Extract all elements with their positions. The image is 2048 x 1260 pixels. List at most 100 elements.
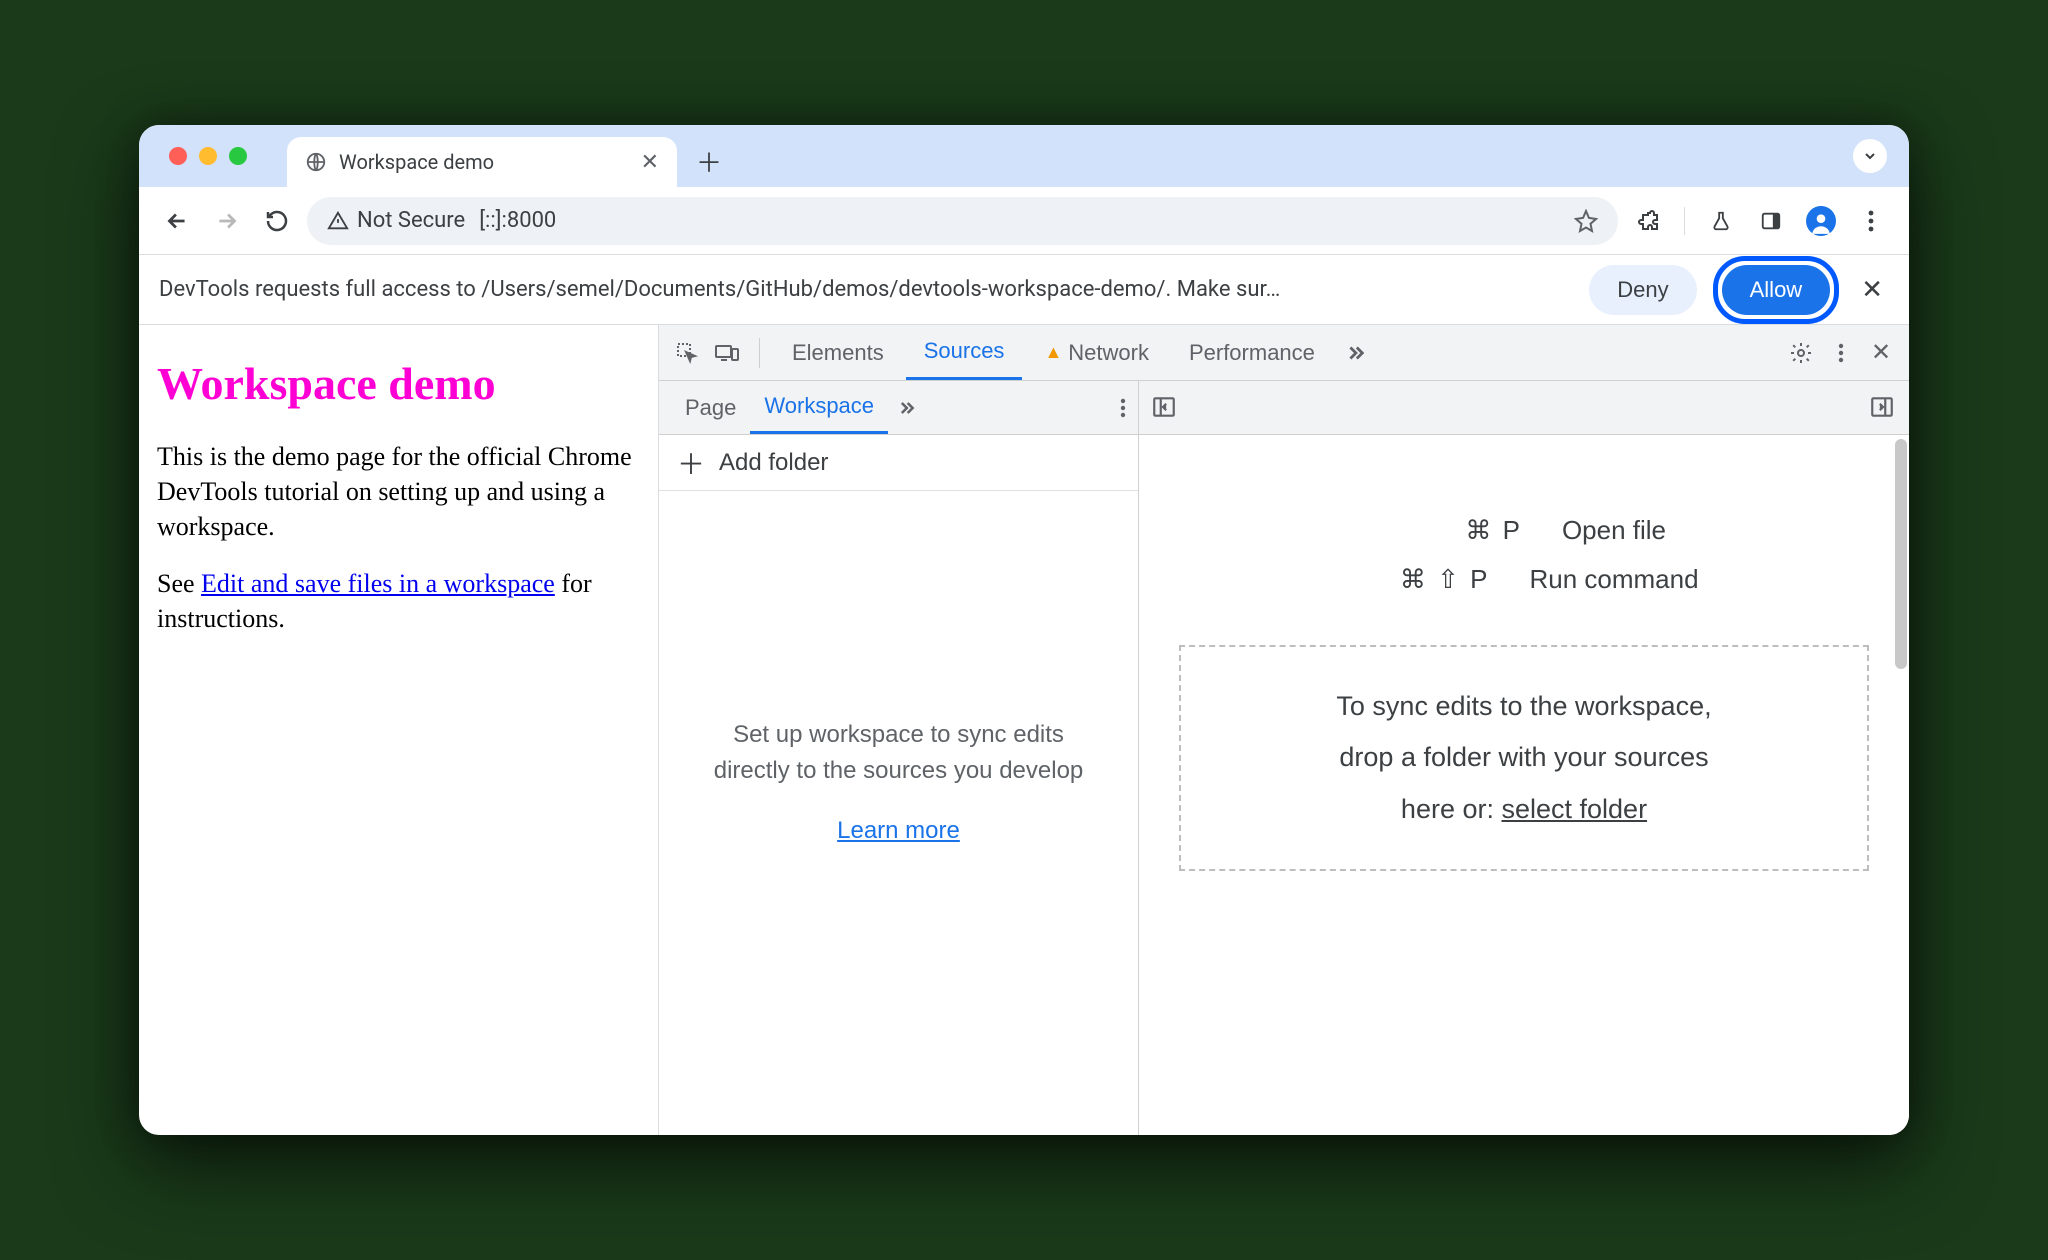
run-command-label: Run command xyxy=(1529,564,1698,595)
tab-network[interactable]: ▲Network xyxy=(1026,325,1167,380)
editor-shortcuts: ⌘ P Open file ⌘ ⇧ P Run command xyxy=(1139,515,1909,595)
tab-elements[interactable]: Elements xyxy=(774,325,902,380)
shortcut-run-command: ⌘ ⇧ P Run command xyxy=(1349,564,1698,595)
person-icon xyxy=(1808,210,1834,236)
kebab-icon xyxy=(1868,210,1874,232)
page-paragraph-1: This is the demo page for the official C… xyxy=(157,439,640,544)
close-window-button[interactable] xyxy=(169,147,187,165)
content-area: Workspace demo This is the demo page for… xyxy=(139,325,1909,1135)
minimize-window-button[interactable] xyxy=(199,147,217,165)
allow-highlight: Allow xyxy=(1713,256,1840,324)
navigator-tabs: Page Workspace xyxy=(659,381,1138,435)
window-controls xyxy=(169,147,247,165)
deny-button[interactable]: Deny xyxy=(1589,265,1696,315)
tab-title: Workspace demo xyxy=(339,150,494,174)
rendered-page: Workspace demo This is the demo page for… xyxy=(139,325,659,1135)
navigator-more-tabs[interactable] xyxy=(896,398,916,418)
labs-button[interactable] xyxy=(1701,201,1741,241)
run-command-keys: ⌘ ⇧ P xyxy=(1349,564,1489,595)
devices-icon xyxy=(714,341,740,365)
devtools-menu-button[interactable] xyxy=(1823,335,1859,371)
close-tab-icon[interactable]: ✕ xyxy=(641,150,659,175)
devtools-panel: Elements Sources ▲Network Performance ✕ xyxy=(659,325,1909,1135)
separator xyxy=(1684,207,1685,235)
show-debugger-button[interactable] xyxy=(1869,394,1897,422)
profile-button[interactable] xyxy=(1801,201,1841,241)
reload-button[interactable] xyxy=(257,201,297,241)
arrow-left-icon xyxy=(164,208,190,234)
scrollbar[interactable] xyxy=(1895,439,1907,669)
kebab-icon xyxy=(1120,398,1126,418)
navigator-menu-button[interactable] xyxy=(1120,398,1126,418)
devtools-close-button[interactable]: ✕ xyxy=(1863,335,1899,371)
security-label: Not Secure xyxy=(357,208,465,233)
chevron-down-icon xyxy=(1862,148,1878,164)
gear-icon xyxy=(1789,341,1813,365)
arrow-right-icon xyxy=(214,208,240,234)
tab-search-button[interactable] xyxy=(1853,139,1887,173)
page-heading: Workspace demo xyxy=(157,353,640,415)
page-paragraph-2: See Edit and save files in a workspace f… xyxy=(157,566,640,636)
browser-menu-button[interactable] xyxy=(1851,201,1891,241)
puzzle-icon xyxy=(1636,209,1660,233)
select-folder-link[interactable]: select folder xyxy=(1501,794,1647,824)
infobar-close-button[interactable]: ✕ xyxy=(1855,275,1889,305)
workspace-hint-text: Set up workspace to sync edits directly … xyxy=(699,717,1098,789)
browser-window: Workspace demo ✕ ＋ Not Secure [::]:8000 xyxy=(139,125,1909,1135)
inspect-icon xyxy=(675,341,699,365)
tab-performance[interactable]: Performance xyxy=(1171,325,1333,380)
browser-tab[interactable]: Workspace demo ✕ xyxy=(287,137,677,187)
shortcut-open-file: ⌘ P Open file xyxy=(1382,515,1666,546)
double-chevron-icon xyxy=(896,398,916,418)
sources-navigator: Page Workspace ＋ Add folder xyxy=(659,381,1139,1135)
globe-icon xyxy=(305,151,327,173)
star-icon xyxy=(1574,209,1598,233)
permission-infobar: DevTools requests full access to /Users/… xyxy=(139,255,1909,325)
navigator-tab-page[interactable]: Page xyxy=(671,381,750,434)
double-chevron-icon xyxy=(1344,342,1366,364)
avatar xyxy=(1806,206,1836,236)
sources-editor: ⌘ P Open file ⌘ ⇧ P Run command To sync … xyxy=(1139,381,1909,1135)
forward-button[interactable] xyxy=(207,201,247,241)
side-panel-button[interactable] xyxy=(1751,201,1791,241)
extensions-button[interactable] xyxy=(1628,201,1668,241)
open-file-label: Open file xyxy=(1562,515,1666,546)
device-toolbar-button[interactable] xyxy=(709,335,745,371)
navigator-tab-workspace[interactable]: Workspace xyxy=(750,381,888,434)
open-file-keys: ⌘ P xyxy=(1382,515,1522,546)
warning-icon: ▲ xyxy=(1044,342,1062,363)
devtools-body: Page Workspace ＋ Add folder xyxy=(659,381,1909,1135)
warning-triangle-icon xyxy=(327,210,349,232)
flask-icon xyxy=(1710,210,1732,232)
address-bar[interactable]: Not Secure [::]:8000 xyxy=(307,197,1618,245)
separator xyxy=(759,338,760,368)
workspace-docs-link[interactable]: Edit and save files in a workspace xyxy=(201,569,555,598)
show-navigator-button[interactable] xyxy=(1151,394,1179,422)
kebab-icon xyxy=(1838,343,1844,363)
workspace-dropzone[interactable]: To sync edits to the workspace, drop a f… xyxy=(1179,645,1869,871)
workspace-hint: Set up workspace to sync edits directly … xyxy=(659,431,1138,1135)
devtools-settings-button[interactable] xyxy=(1783,335,1819,371)
dropzone-line3: here or: select folder xyxy=(1221,784,1827,835)
para2-pre: See xyxy=(157,569,201,598)
tab-strip: Workspace demo ✕ ＋ xyxy=(139,125,1909,187)
maximize-window-button[interactable] xyxy=(229,147,247,165)
infobar-message: DevTools requests full access to /Users/… xyxy=(159,277,1573,302)
editor-toolbar xyxy=(1139,381,1909,435)
panel-right-icon xyxy=(1869,394,1895,420)
panel-left-icon xyxy=(1151,394,1177,420)
security-indicator[interactable]: Not Secure xyxy=(327,208,465,233)
inspect-element-button[interactable] xyxy=(669,335,705,371)
learn-more-link[interactable]: Learn more xyxy=(837,813,960,849)
dropzone-line1: To sync edits to the workspace, xyxy=(1221,681,1827,732)
reload-icon xyxy=(265,209,289,233)
devtools-tabbar: Elements Sources ▲Network Performance ✕ xyxy=(659,325,1909,381)
back-button[interactable] xyxy=(157,201,197,241)
more-tabs-button[interactable] xyxy=(1337,335,1373,371)
tab-sources[interactable]: Sources xyxy=(906,325,1023,380)
allow-button[interactable]: Allow xyxy=(1722,265,1831,315)
dropzone-line2: drop a folder with your sources xyxy=(1221,732,1827,783)
new-tab-button[interactable]: ＋ xyxy=(689,141,729,181)
bookmark-button[interactable] xyxy=(1574,209,1598,233)
browser-toolbar: Not Secure [::]:8000 xyxy=(139,187,1909,255)
